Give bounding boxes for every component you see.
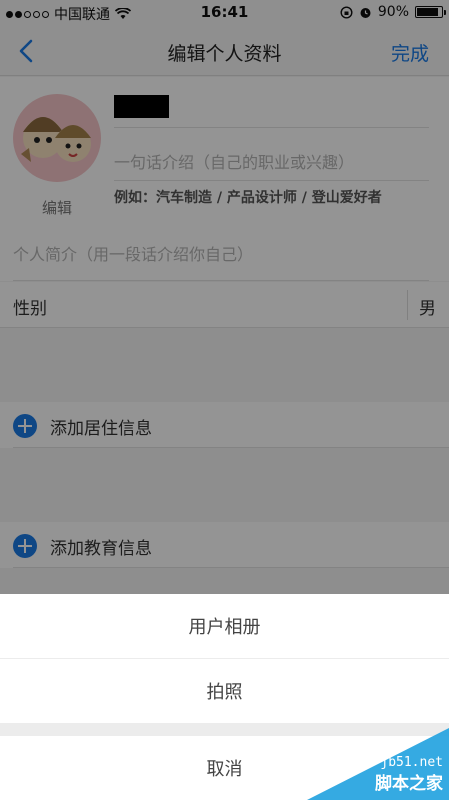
modal-backdrop[interactable] [0, 0, 449, 594]
watermark-site: jb51.net [380, 755, 443, 770]
watermark-name: 脚本之家 [375, 774, 443, 794]
take-photo-button[interactable]: 拍照 [0, 659, 449, 723]
user-album-button[interactable]: 用户相册 [0, 594, 449, 658]
edit-profile-screen: 中国联通 16:41 90% 编辑个人资料 完成 编辑 一句话介绍（自己的职业或… [0, 0, 449, 800]
watermark: jb51.net 脚本之家 [307, 728, 449, 800]
